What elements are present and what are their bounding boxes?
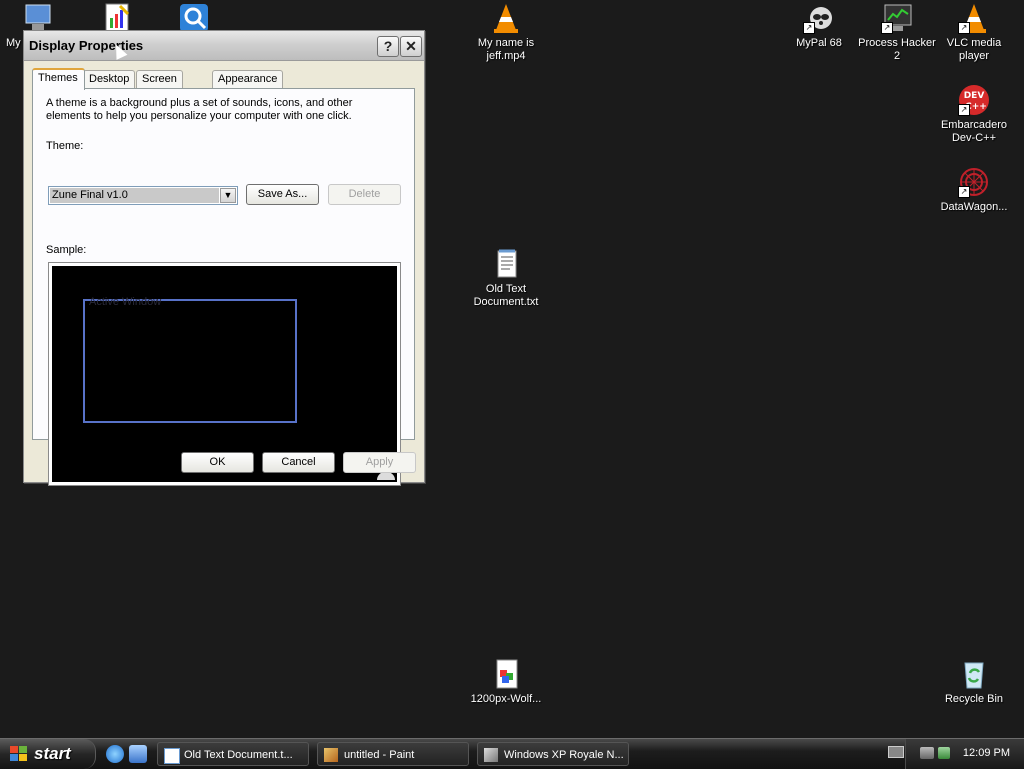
start-label: start — [34, 744, 71, 763]
desktop-icon-mypal-68[interactable]: ↗ MyPal 68 — [777, 2, 861, 50]
theme-dropdown[interactable]: Zune Final v1.0 ▼ — [48, 186, 238, 205]
chevron-down-icon[interactable]: ▼ — [220, 188, 236, 203]
datawagon-icon: ↗ — [958, 166, 990, 198]
desktop-icon-process-hacker[interactable]: ↗ Process Hacker 2 — [855, 2, 939, 63]
shortcut-arrow-icon: ↗ — [958, 22, 970, 34]
desktop-icon-embarcadero[interactable]: DEV C++ ↗ Embarcadero Dev-C++ — [932, 84, 1016, 145]
shortcut-arrow-icon: ↗ — [958, 104, 970, 116]
internet-explorer-icon[interactable] — [106, 745, 124, 763]
sample-screen: Active Window — [52, 266, 397, 482]
desktop-icon-label: Embarcadero Dev-C++ — [940, 119, 1008, 144]
desktop-icon-vlc[interactable]: ↗ VLC media player — [932, 2, 1016, 63]
task-windows-xp-royale[interactable]: Windows XP Royale N... — [477, 742, 629, 766]
ok-button[interactable]: OK — [181, 452, 254, 473]
theme-selected-value: Zune Final v1.0 — [50, 188, 219, 203]
desktop-icon-label: Process Hacker 2 — [858, 37, 936, 62]
task-label: untitled - Paint — [344, 749, 415, 761]
display-properties-dialog: Display Properties ? ✕ Themes Desktop Sc… — [23, 30, 425, 486]
themes-panel: A theme is a background plus a set of so… — [32, 88, 415, 486]
vlc-cone-icon: ↗ — [958, 2, 990, 34]
notepad-icon — [164, 748, 180, 764]
vlc-cone-icon — [490, 2, 522, 34]
desktop-icon-wolf-image[interactable]: 1200px-Wolf... — [464, 658, 548, 706]
raccoon-icon: ↗ — [803, 2, 835, 34]
cancel-button[interactable]: Cancel — [262, 452, 335, 473]
sample-tray-corner — [377, 472, 395, 480]
desktop-icon-label: 1200px-Wolf... — [470, 693, 542, 705]
keyboard-layout-icon[interactable] — [888, 746, 904, 758]
shortcut-arrow-icon: ↗ — [881, 22, 893, 34]
desktop-icon-recycle-bin[interactable]: Recycle Bin — [932, 658, 1016, 706]
paint-brush-icon — [324, 748, 338, 762]
system-tray: 12:09 PM — [905, 739, 1024, 769]
desktop-icon-label: My name is jeff.mp4 — [477, 37, 535, 62]
dialog-title: Display Properties — [29, 38, 144, 53]
recycle-bin-icon — [958, 658, 990, 690]
image-file-icon — [490, 658, 522, 690]
clock[interactable]: 12:09 PM — [963, 747, 1010, 759]
shortcut-arrow-icon: ↗ — [803, 22, 815, 34]
shortcut-arrow-icon: ↗ — [958, 186, 970, 198]
taskbar: start Old Text Document.t... untitled - … — [0, 738, 1024, 769]
media-app-icon[interactable] — [129, 745, 147, 763]
notepad-document-icon — [490, 248, 522, 280]
desktop: { "desktop": { "icons": [ {"name": "my-c… — [0, 0, 1024, 769]
tab-screen-saver[interactable]: Screen Saver — [136, 70, 183, 102]
theme-label: Theme: — [46, 140, 84, 152]
monitor-graph-icon: ↗ — [881, 2, 913, 34]
task-label: Old Text Document.t... — [184, 749, 293, 761]
delete-button[interactable]: Delete — [328, 184, 401, 205]
task-old-text-document[interactable]: Old Text Document.t... — [157, 742, 309, 766]
desktop-icon-datawagon[interactable]: ↗ DataWagon... — [932, 166, 1016, 214]
desktop-icon-my-name-is-jeff[interactable]: My name is jeff.mp4 — [464, 2, 548, 63]
sample-window-title: Active Window — [89, 296, 162, 308]
desktop-icon-old-text-document[interactable]: Old Text Document.txt — [464, 248, 548, 309]
svg-text:DEV: DEV — [964, 91, 985, 101]
devcpp-icon: DEV C++ ↗ — [958, 84, 990, 116]
network-icon[interactable] — [920, 747, 934, 759]
tab-appearance[interactable]: Appearance — [212, 70, 284, 88]
desktop-icon-label: Recycle Bin — [944, 693, 1004, 705]
sample-label: Sample: — [46, 244, 87, 256]
desktop-icon-label: MyPal 68 — [796, 37, 842, 49]
start-button[interactable]: start — [0, 739, 96, 769]
task-untitled-paint[interactable]: untitled - Paint — [317, 742, 469, 766]
tab-themes[interactable]: Themes — [32, 68, 85, 90]
help-button[interactable]: ? — [377, 36, 399, 57]
apply-button[interactable]: Apply — [343, 452, 416, 473]
task-label: Windows XP Royale N... — [504, 749, 624, 761]
volume-icon[interactable] — [938, 747, 950, 759]
desktop-icon-label: DataWagon... — [940, 201, 1008, 213]
save-as-button[interactable]: Save As... — [246, 184, 319, 205]
close-button[interactable]: ✕ — [400, 36, 422, 57]
theme-description: A theme is a background plus a set of so… — [46, 97, 353, 122]
display-properties-icon — [484, 748, 498, 762]
windows-flag-icon — [10, 746, 28, 762]
desktop-icon-label: VLC media player — [946, 37, 1002, 62]
tab-desktop[interactable]: Desktop — [83, 70, 136, 88]
title-bar[interactable]: Display Properties ? ✕ — [24, 31, 424, 61]
sample-active-window: Active Window — [83, 296, 297, 423]
desktop-icon-label: Old Text Document.txt — [473, 283, 539, 308]
